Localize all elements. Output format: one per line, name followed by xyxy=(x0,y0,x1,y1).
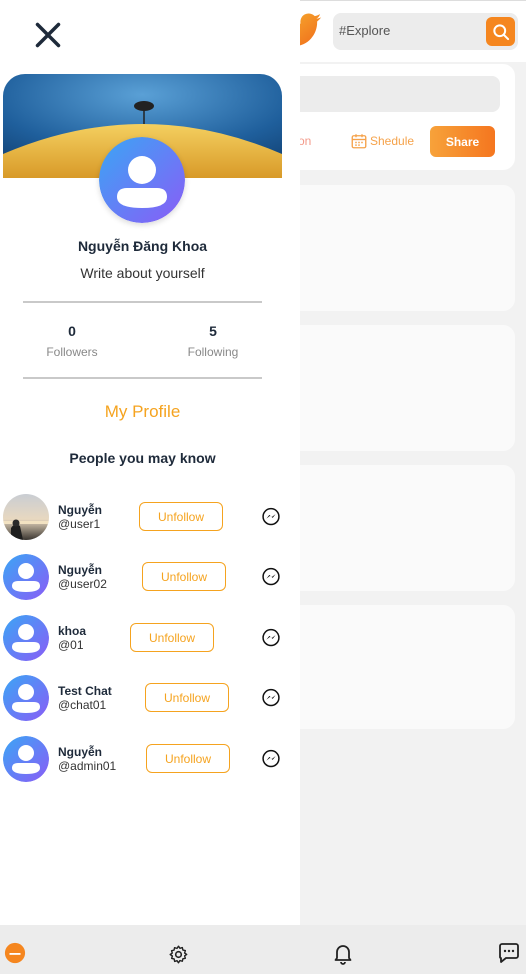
divider xyxy=(23,377,262,379)
close-icon[interactable] xyxy=(34,21,62,49)
gear-icon[interactable] xyxy=(168,944,189,965)
messenger-icon[interactable] xyxy=(261,567,281,587)
person-name: khoa xyxy=(58,624,87,638)
person-handle: @user1 xyxy=(58,517,101,531)
person-handle: @admin01 xyxy=(58,759,117,773)
feed-card xyxy=(270,465,515,591)
calendar-icon xyxy=(351,134,367,149)
chat-icon[interactable] xyxy=(497,941,521,965)
profile-drawer: Nguyễn Đăng Khoa Write about yourself 0 … xyxy=(0,0,300,925)
following-count: 5 xyxy=(209,323,217,339)
profile-name: Nguyễn Đăng Khoa xyxy=(77,238,208,254)
post-composer: tion Shedule Share xyxy=(270,64,515,170)
followers-count: 0 xyxy=(68,323,76,339)
person-name: Nguyễn xyxy=(58,503,103,517)
person-name: Test Chat xyxy=(58,684,112,698)
unfollow-button[interactable]: Unfollow xyxy=(145,683,229,712)
divider xyxy=(23,301,262,303)
feed-card xyxy=(270,185,515,311)
messenger-icon[interactable] xyxy=(261,628,281,648)
person-name: Nguyễn xyxy=(58,563,103,577)
profile-bio[interactable]: Write about yourself xyxy=(0,265,285,281)
avatar[interactable] xyxy=(3,554,49,600)
search-input[interactable]: #Explore xyxy=(339,23,390,38)
list-item: Nguyễn @admin01 Unfollow xyxy=(0,736,300,786)
following-stat[interactable]: 5 Following xyxy=(168,323,258,359)
feed-card xyxy=(270,325,515,451)
search-box[interactable]: #Explore xyxy=(333,13,518,50)
avatar[interactable] xyxy=(3,615,49,661)
list-item: Test Chat @chat01 Unfollow xyxy=(0,675,300,725)
my-profile-link[interactable]: My Profile xyxy=(0,402,285,422)
schedule-button[interactable]: Shedule xyxy=(350,132,414,150)
schedule-label: Shedule xyxy=(370,134,415,148)
bell-icon[interactable] xyxy=(331,941,355,965)
people-you-may-know-title: People you may know xyxy=(69,450,216,466)
avatar[interactable] xyxy=(3,494,49,540)
search-icon xyxy=(492,23,509,40)
messenger-icon[interactable] xyxy=(261,507,281,527)
unfollow-button[interactable]: Unfollow xyxy=(142,562,226,591)
avatar[interactable] xyxy=(3,736,49,782)
profile-avatar[interactable] xyxy=(99,137,185,223)
composer-input[interactable] xyxy=(290,76,500,112)
home-icon[interactable] xyxy=(4,942,26,964)
list-item: Nguyễn @user02 Unfollow xyxy=(0,554,300,604)
followers-label: Followers xyxy=(46,345,98,359)
avatar[interactable] xyxy=(3,675,49,721)
person-name: Nguyễn xyxy=(58,745,103,759)
unfollow-button[interactable]: Unfollow xyxy=(139,502,223,531)
feed-card xyxy=(270,605,515,729)
person-handle: @01 xyxy=(58,638,84,652)
messenger-icon[interactable] xyxy=(261,749,281,769)
list-item: Nguyễn @user1 Unfollow xyxy=(0,494,300,544)
messenger-icon[interactable] xyxy=(261,688,281,708)
list-item: khoa @01 Unfollow xyxy=(0,615,300,665)
person-handle: @chat01 xyxy=(58,698,107,712)
followers-stat[interactable]: 0 Followers xyxy=(27,323,117,359)
search-button[interactable] xyxy=(486,17,515,46)
bottom-nav xyxy=(0,925,526,974)
person-handle: @user02 xyxy=(58,577,107,591)
following-label: Following xyxy=(187,345,239,359)
share-button[interactable]: Share xyxy=(430,126,495,157)
unfollow-button[interactable]: Unfollow xyxy=(146,744,230,773)
unfollow-button[interactable]: Unfollow xyxy=(130,623,214,652)
